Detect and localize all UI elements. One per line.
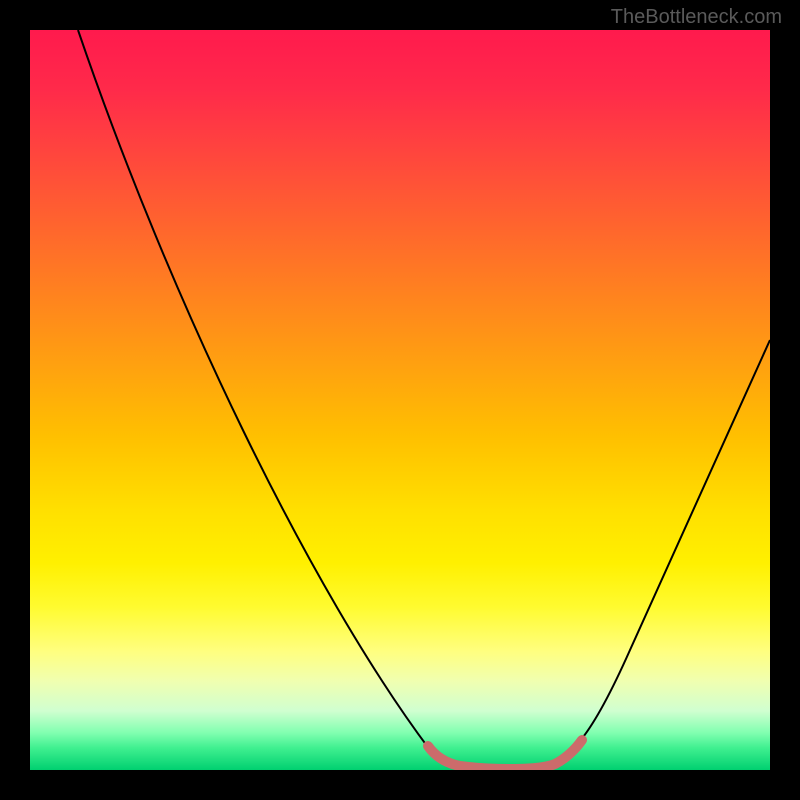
bottleneck-curve	[78, 30, 770, 768]
plot-area	[30, 30, 770, 770]
bottleneck-floor-highlight	[428, 740, 582, 769]
watermark-text: TheBottleneck.com	[611, 6, 782, 29]
curve-svg	[30, 30, 770, 770]
